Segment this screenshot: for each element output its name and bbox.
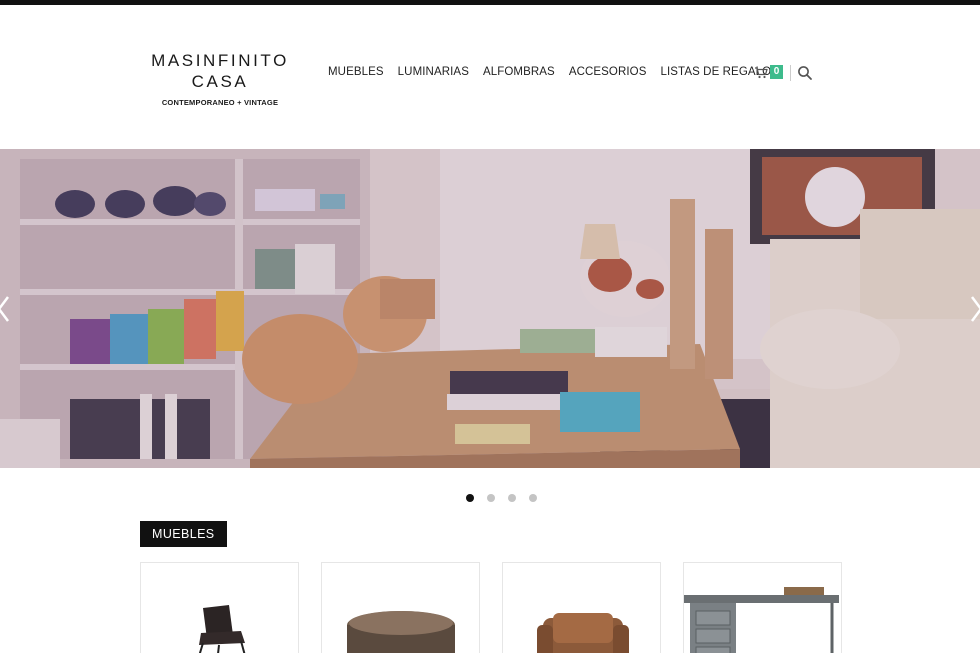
slider-prev-button[interactable] — [0, 295, 10, 323]
main-nav: MUEBLES LUMINARIAS ALFOMBRAS ACCESORIOS … — [328, 66, 779, 78]
brand-name-line1: MASINFINITO — [151, 51, 289, 70]
nav-item-alfombras[interactable]: ALFOMBRAS — [483, 66, 555, 78]
brand-name-line2: CASA — [191, 72, 249, 91]
hero-tint — [0, 149, 980, 468]
product-card-round-table[interactable] — [321, 562, 480, 653]
nav-item-accesorios[interactable]: ACCESORIOS — [569, 66, 647, 78]
brand-tagline: CONTEMPORANEO + VINTAGE — [161, 98, 279, 107]
round-table-image — [347, 611, 455, 653]
chair-image — [198, 605, 246, 653]
product-card-desk[interactable] — [683, 562, 842, 653]
desk-image — [684, 587, 839, 653]
header-divider — [790, 65, 791, 81]
armchair-image — [537, 613, 629, 653]
nav-item-luminarias[interactable]: LUMINARIAS — [398, 66, 469, 78]
product-card-chair[interactable] — [140, 562, 299, 653]
brand-logo[interactable]: MASINFINITO CASA CONTEMPORANEO + VINTAGE — [140, 51, 300, 107]
slider-dot-4[interactable] — [529, 494, 537, 502]
slider-dot-2[interactable] — [487, 494, 495, 502]
nav-item-muebles[interactable]: MUEBLES — [328, 66, 384, 78]
slider-pagination — [466, 494, 537, 502]
hero-slider[interactable] — [0, 149, 980, 468]
search-icon — [798, 66, 812, 80]
section-title: MUEBLES — [140, 521, 227, 547]
slider-next-button[interactable] — [970, 295, 980, 323]
slider-dot-1[interactable] — [466, 494, 474, 502]
chevron-right-icon — [971, 296, 980, 322]
chevron-left-icon — [0, 296, 9, 322]
product-grid — [140, 562, 842, 653]
site-header: MASINFINITO CASA CONTEMPORANEO + VINTAGE… — [0, 5, 980, 149]
slider-dot-3[interactable] — [508, 494, 516, 502]
search-button[interactable] — [797, 65, 813, 81]
cart-count-badge: 0 — [770, 65, 783, 79]
cart-icon — [754, 65, 768, 79]
cart-button[interactable]: 0 — [754, 65, 783, 79]
product-card-armchair[interactable] — [502, 562, 661, 653]
